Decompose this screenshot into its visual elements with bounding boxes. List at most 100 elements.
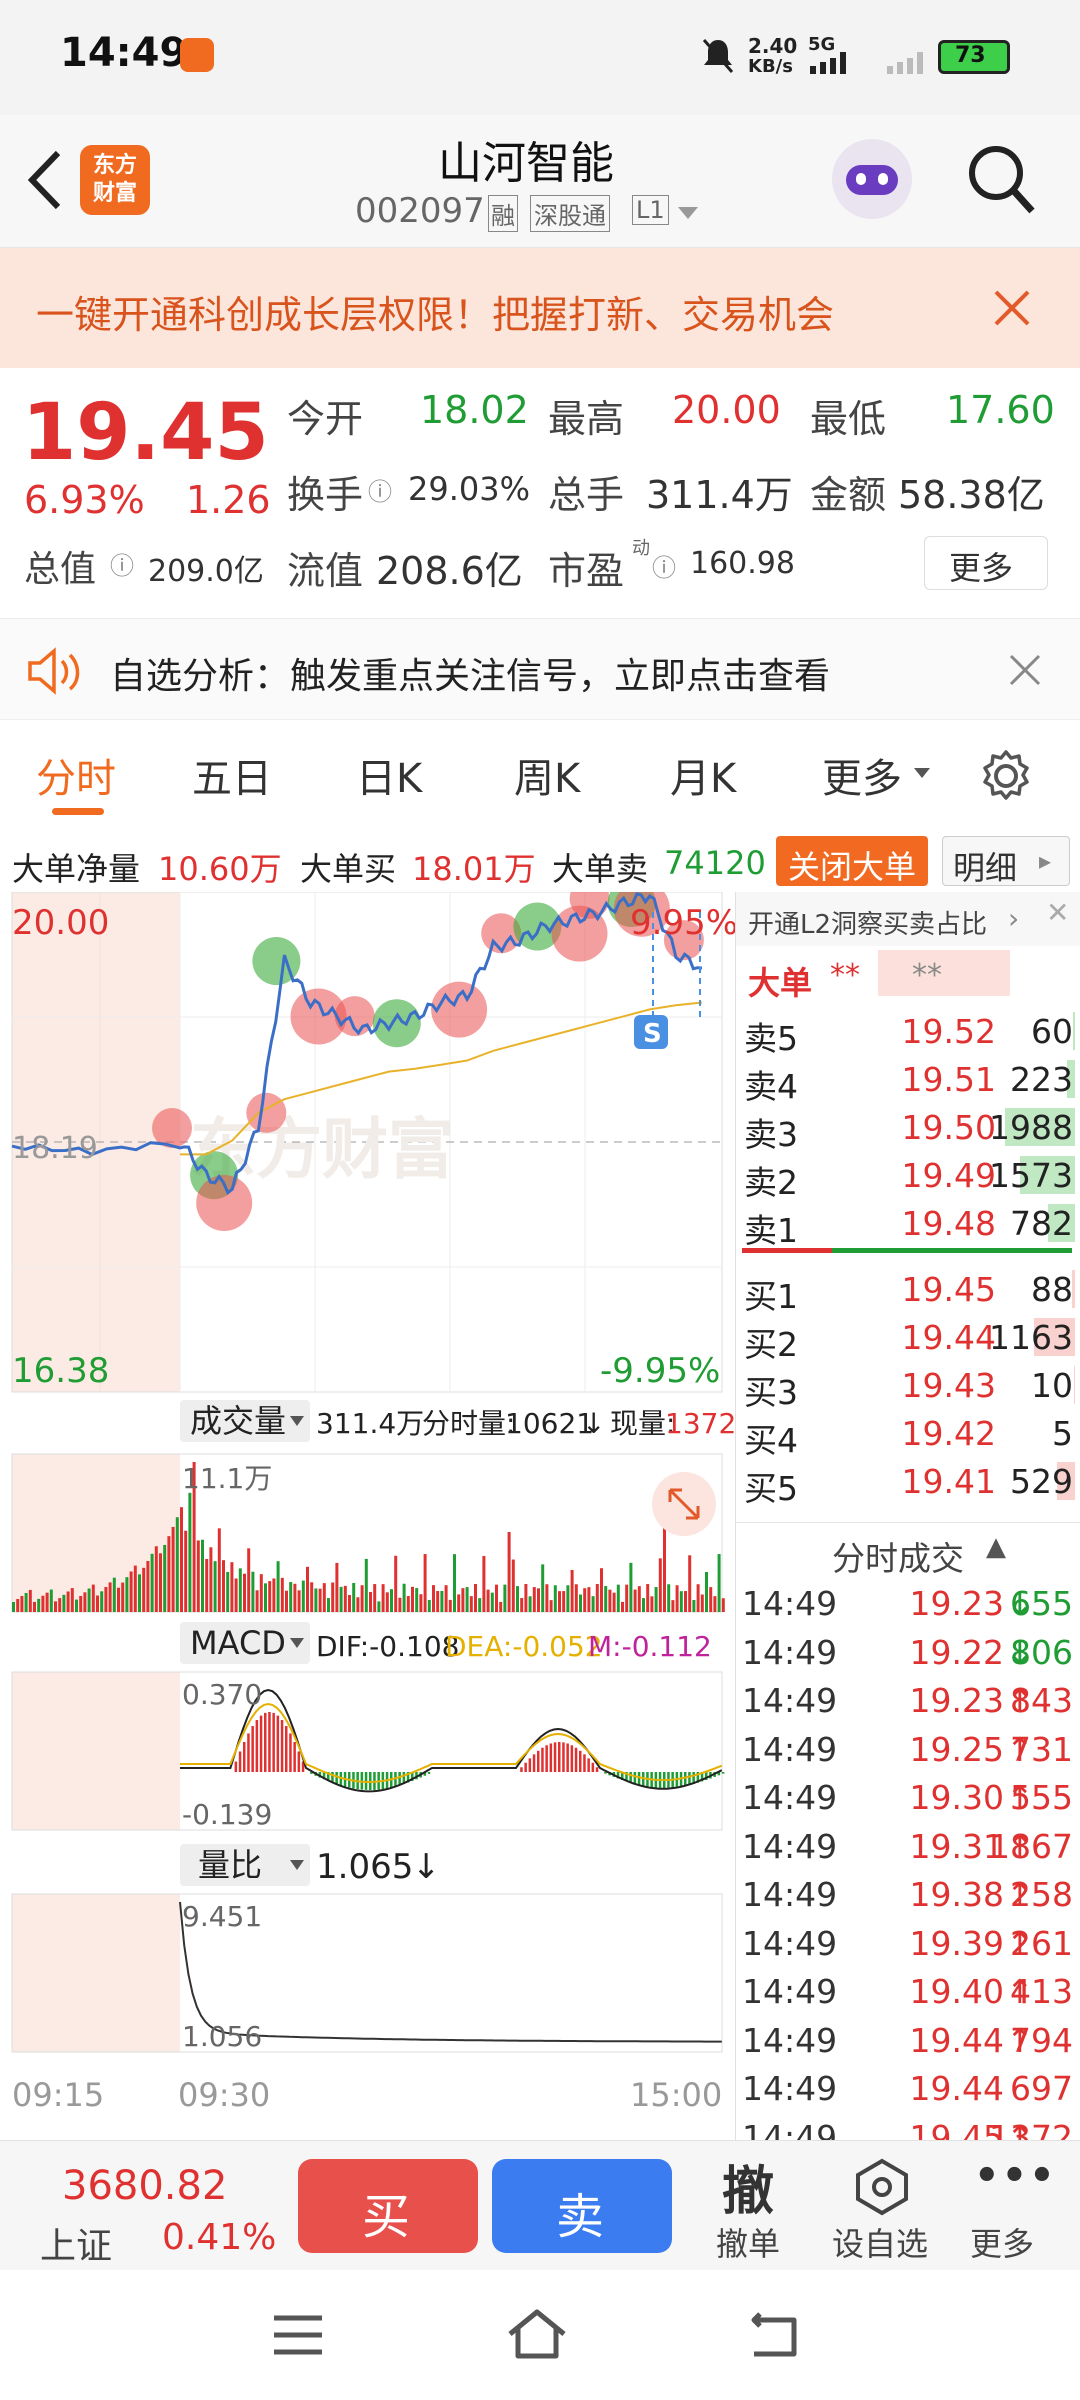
macd-bar [537, 1750, 540, 1772]
volume-bar [268, 1581, 272, 1612]
buy-button[interactable]: 买 [298, 2159, 478, 2253]
ask-vol: 782 [1010, 1204, 1073, 1243]
bid-label: 买1 [744, 1277, 798, 1316]
trade-volume: 261 [1010, 1923, 1073, 1963]
gear-icon[interactable] [978, 748, 1034, 804]
ask-level-row[interactable]: 卖3 19.50 1988 [736, 1102, 1080, 1154]
big-net-label: 大单净量 [12, 850, 141, 888]
ask-label: 卖3 [744, 1115, 798, 1154]
volume-bar [440, 1590, 444, 1612]
tab-weekly-k[interactable]: 周K [514, 746, 580, 804]
tab-more[interactable]: 更多 [822, 746, 902, 804]
close-big-order-label: 关闭大单 [788, 848, 917, 886]
ask-level-row[interactable]: 卖5 19.52 60 [736, 1006, 1080, 1058]
l2-promo-text[interactable]: 开通L2洞察买卖占比 [748, 904, 987, 941]
sort-up-icon[interactable]: ▲ [986, 1532, 1006, 1562]
info-icon[interactable]: ⓘ [652, 548, 676, 583]
trade-price: 19.31 [909, 1826, 1004, 1866]
volume-tab-button[interactable]: 成交量 [180, 1400, 310, 1442]
tab-monthly-k[interactable]: 月K [670, 746, 736, 804]
tab-five-day[interactable]: 五日 [192, 746, 272, 804]
trade-row: 14:49 19.22 ↓ 806 [736, 1627, 1080, 1675]
low-value: 17.60 [946, 388, 1055, 432]
cancel-order-button[interactable]: 撤 撤单 [700, 2149, 820, 2265]
robot-assistant-icon[interactable] [832, 139, 912, 219]
volume-bar [108, 1582, 112, 1612]
volume-bar [24, 1592, 28, 1612]
ask-level-row[interactable]: 卖4 19.51 223 [736, 1054, 1080, 1106]
badge-sgt: 深股通 [530, 195, 610, 232]
bid-level-row[interactable]: 买5 19.41 529 [736, 1456, 1080, 1508]
promo-banner[interactable]: 一键开通科创成长层权限！把握打新、交易机会 [0, 248, 1080, 368]
macd-tab-button[interactable]: MACD [180, 1622, 310, 1664]
bid-level-row[interactable]: 买3 19.43 10 [736, 1360, 1080, 1412]
close-icon[interactable]: ✕ [1046, 896, 1069, 929]
info-icon[interactable]: ⓘ [368, 472, 392, 507]
add-watchlist-button[interactable]: 设自选 [822, 2149, 952, 2265]
volume-bar [566, 1585, 570, 1612]
time-start-label: 09:15 [12, 2076, 104, 2114]
ratio-top-label: 9.451 [182, 1900, 262, 1933]
volume-bar [369, 1591, 372, 1612]
chart-area[interactable]: 东方财富 S 20.00 9.95% 18.19 16.38 -9.95% 成交… [0, 892, 735, 2140]
volume-bar [709, 1587, 713, 1612]
trade-volume: 258 [1010, 1875, 1073, 1914]
close-icon[interactable] [1008, 653, 1042, 687]
trades-title[interactable]: 分时成交 [832, 1532, 964, 1580]
bid-level-row[interactable]: 买1 19.45 88 [736, 1264, 1080, 1316]
back-icon[interactable] [746, 2306, 802, 2362]
macd-bar [247, 1733, 250, 1772]
home-icon[interactable] [504, 2306, 570, 2362]
bid-label: 买4 [744, 1421, 798, 1460]
s-marker-icon[interactable]: S [634, 1015, 668, 1049]
volume-bar [394, 1555, 398, 1612]
volume-bar [112, 1577, 116, 1612]
tab-daily-k[interactable]: 日K [356, 746, 422, 804]
ask-level-row[interactable]: 卖2 19.49 1573 [736, 1150, 1080, 1202]
ratio-tab-button[interactable]: 量比 [180, 1844, 310, 1886]
svg-text:成交量: 成交量 [190, 1402, 286, 1440]
tab-intraday[interactable]: 分时 [36, 746, 116, 804]
more-menu-button[interactable]: ••• 更多 [956, 2149, 1076, 2265]
info-icon[interactable]: ⓘ [110, 546, 134, 581]
status-bar: 14:49 2.40 KB/s 5G 73 [0, 0, 1080, 115]
bid-vol: 529 [1010, 1462, 1073, 1501]
volume-bar [16, 1598, 20, 1612]
close-icon[interactable] [992, 288, 1032, 328]
macd-bar [545, 1745, 548, 1772]
back-arrow-icon[interactable] [22, 145, 66, 215]
volume-bar [163, 1544, 167, 1612]
ask-price: 19.51 [901, 1060, 996, 1099]
trade-row: 14:49 19.38 ↑ 258 [736, 1869, 1080, 1917]
menu-icon[interactable] [270, 2310, 326, 2360]
promo-text[interactable]: 一键开通科创成长层权限！把握打新、交易机会 [36, 284, 834, 339]
bid-level-row[interactable]: 买4 19.42 5 [736, 1408, 1080, 1460]
volume-bar [537, 1588, 540, 1612]
sell-button[interactable]: 卖 [492, 2159, 672, 2253]
trade-row: 14:49 19.30 ↑ 555 [736, 1772, 1080, 1820]
dropdown-triangle-icon[interactable] [676, 205, 700, 221]
big-buy-value: 18.01万 [412, 850, 536, 888]
volume-bar [28, 1589, 32, 1612]
l2-promo[interactable]: 开通L2洞察买卖占比 › ✕ [736, 892, 1080, 946]
float-label: 流值 [287, 549, 364, 593]
bid-price: 19.42 [901, 1414, 996, 1453]
ask-level-row[interactable]: 卖1 19.48 782 [736, 1198, 1080, 1250]
notice-text[interactable]: 自选分析：触发重点关注信号，立即点击查看 [110, 647, 830, 699]
notice-bar[interactable]: 自选分析：触发重点关注信号，立即点击查看 [0, 618, 1080, 720]
close-big-order-button[interactable]: 关闭大单 [776, 836, 928, 886]
bid-level-row[interactable]: 买2 19.44 1163 [736, 1312, 1080, 1364]
change-amount: 1.26 [186, 478, 271, 522]
expand-icon[interactable] [652, 1472, 716, 1536]
more-button[interactable]: 更多 [924, 536, 1048, 590]
stock-name: 山河智能 [438, 138, 614, 189]
detail-button[interactable]: 明细 ▸ [942, 836, 1070, 887]
search-icon[interactable] [964, 141, 1036, 217]
volume-bar [251, 1571, 255, 1612]
volume-bar [616, 1584, 620, 1612]
volume-bar [255, 1590, 259, 1612]
index-value[interactable]: 3680.82 [62, 2163, 227, 2209]
trade-volume: 794 [1010, 2020, 1073, 2060]
volume-bar [154, 1546, 158, 1612]
intraday-chart[interactable]: 东方财富 S 20.00 9.95% 18.19 16.38 -9.95% 成交… [0, 892, 735, 2140]
